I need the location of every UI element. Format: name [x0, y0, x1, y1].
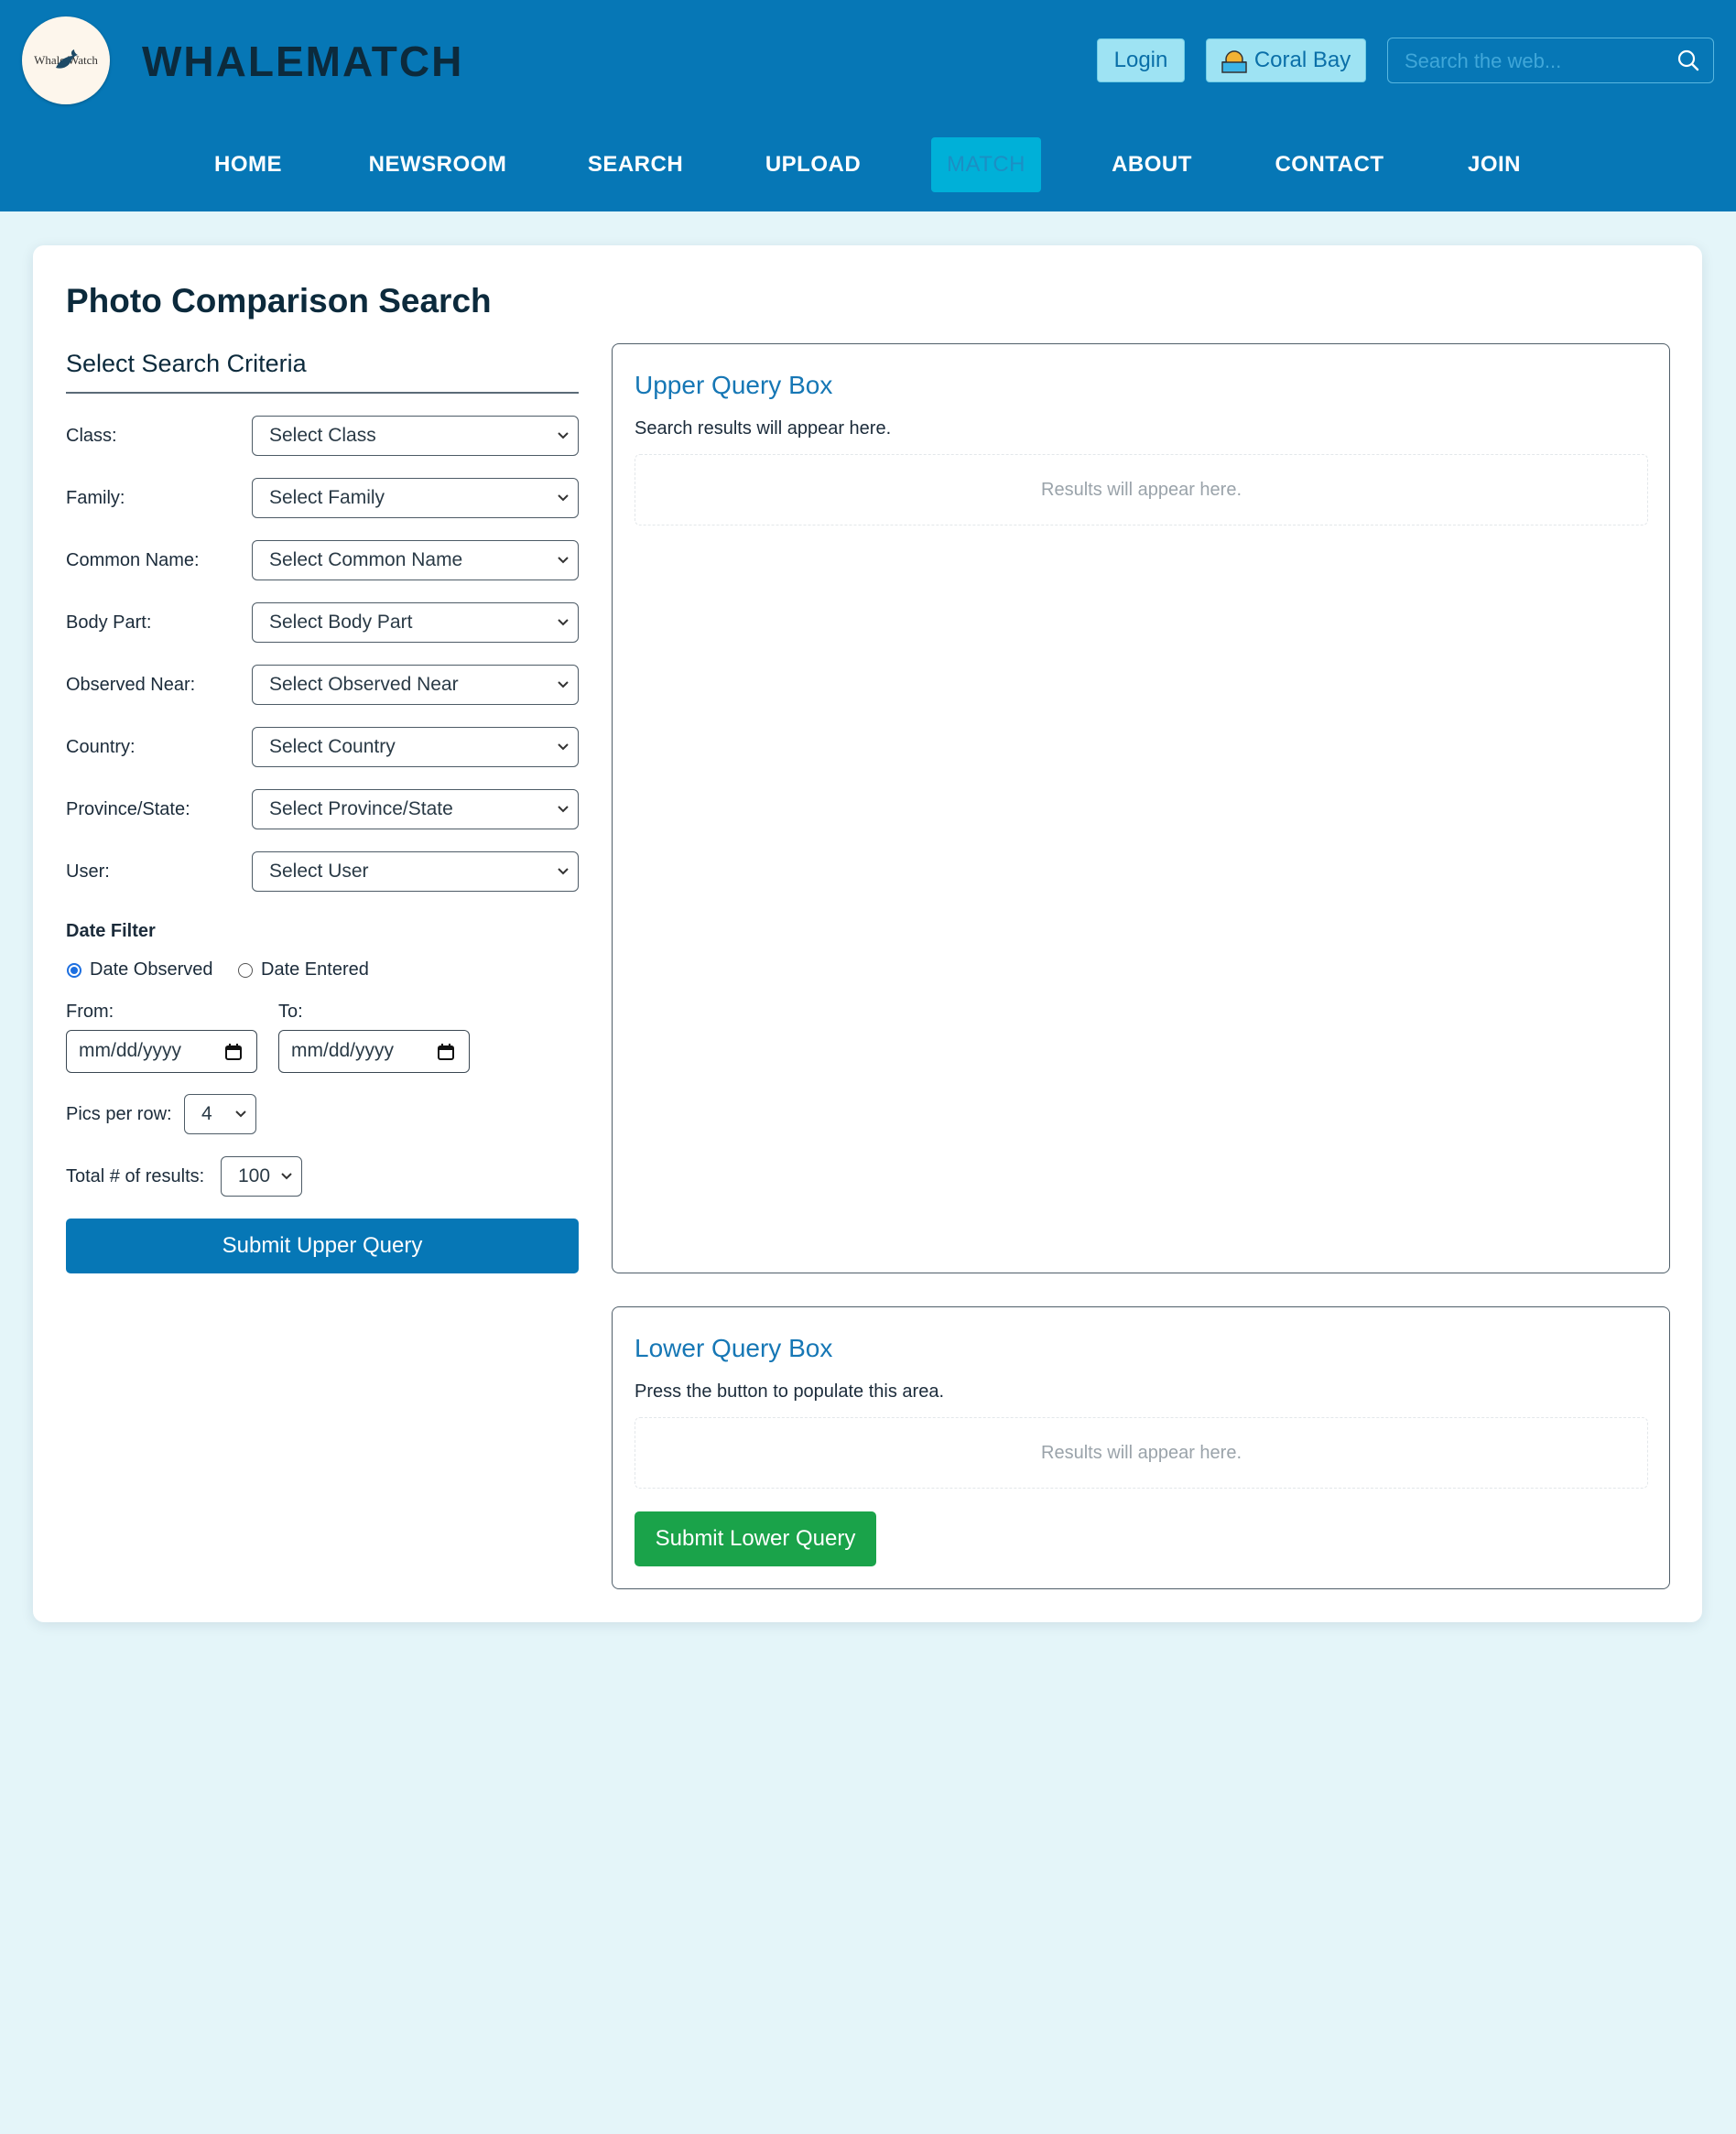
- pics-per-row-select[interactable]: 4: [184, 1094, 256, 1134]
- body-part-label: Body Part:: [66, 612, 152, 633]
- chevron-down-icon: [281, 1173, 292, 1180]
- site-logo[interactable]: Whale Watch: [22, 16, 110, 104]
- family-select[interactable]: Select Family: [252, 478, 579, 518]
- web-search-box: [1387, 38, 1714, 83]
- body-part-select-value: Select Body Part: [269, 612, 413, 633]
- submit-lower-query-label: Submit Lower Query: [655, 1526, 856, 1551]
- chevron-down-icon: [558, 494, 569, 502]
- nav-newsroom[interactable]: NEWSROOM: [361, 137, 515, 192]
- from-date-input[interactable]: mm/dd/yyyy: [66, 1030, 257, 1073]
- submit-upper-query-label: Submit Upper Query: [222, 1233, 423, 1258]
- chevron-down-icon: [558, 681, 569, 688]
- nav-upload[interactable]: UPLOAD: [756, 137, 870, 192]
- brand-title: WHALEMATCH: [142, 38, 464, 85]
- from-date-value: mm/dd/yyyy: [79, 1040, 182, 1061]
- common-name-select[interactable]: Select Common Name: [252, 540, 579, 580]
- country-label: Country:: [66, 737, 136, 757]
- common-name-select-value: Select Common Name: [269, 549, 463, 570]
- province-state-select-value: Select Province/State: [269, 798, 453, 819]
- search-icon[interactable]: [1676, 49, 1700, 72]
- date-observed-label[interactable]: Date Observed: [90, 959, 213, 980]
- country-select-value: Select Country: [269, 736, 396, 757]
- login-label: Login: [1113, 48, 1168, 72]
- nav-search[interactable]: SEARCH: [580, 137, 690, 192]
- upper-query-title: Upper Query Box: [635, 371, 833, 399]
- chevron-down-icon: [558, 619, 569, 626]
- from-label: From:: [66, 1002, 114, 1022]
- nav-home[interactable]: HOME: [201, 137, 295, 192]
- user-label: User:: [66, 861, 110, 882]
- lower-query-description: Press the button to populate this area.: [635, 1381, 944, 1402]
- class-label: Class:: [66, 426, 117, 446]
- province-state-label: Province/State:: [66, 799, 190, 819]
- total-results-label: Total # of results:: [66, 1166, 205, 1186]
- user-select-value: Select User: [269, 861, 369, 882]
- chevron-down-icon: [235, 1110, 246, 1118]
- date-filter-title: Date Filter: [66, 921, 156, 941]
- to-date-input[interactable]: mm/dd/yyyy: [278, 1030, 470, 1073]
- observed-near-select[interactable]: Select Observed Near: [252, 665, 579, 705]
- chevron-down-icon: [558, 868, 569, 875]
- date-entered-radio[interactable]: [238, 963, 253, 978]
- upper-query-box: Upper Query Box Search results will appe…: [612, 343, 1670, 1273]
- observed-near-select-value: Select Observed Near: [269, 674, 459, 695]
- date-entered-label[interactable]: Date Entered: [261, 959, 369, 980]
- lower-query-box: Lower Query Box Press the button to popu…: [612, 1306, 1670, 1589]
- calendar-icon[interactable]: [224, 1043, 243, 1061]
- date-observed-radio[interactable]: [67, 963, 81, 978]
- observed-near-label: Observed Near:: [66, 675, 196, 695]
- upper-query-description: Search results will appear here.: [635, 418, 892, 439]
- chevron-down-icon: [558, 557, 569, 564]
- web-search-input[interactable]: [1403, 48, 1672, 75]
- sun-avatar-icon: [1221, 50, 1247, 73]
- nav-contact[interactable]: CONTACT: [1267, 137, 1392, 192]
- to-date-value: mm/dd/yyyy: [291, 1040, 395, 1061]
- pics-per-row-label: Pics per row:: [66, 1104, 172, 1124]
- body-part-select[interactable]: Select Body Part: [252, 602, 579, 643]
- nav-about[interactable]: ABOUT: [1104, 137, 1199, 192]
- class-select-value: Select Class: [269, 425, 376, 446]
- submit-upper-query-button[interactable]: Submit Upper Query: [66, 1219, 579, 1273]
- family-label: Family:: [66, 488, 125, 508]
- total-results-value: 100: [238, 1165, 271, 1186]
- criteria-divider: [66, 392, 579, 394]
- nav-join[interactable]: JOIN: [1458, 137, 1531, 192]
- pics-per-row-value: 4: [201, 1103, 212, 1124]
- chevron-down-icon: [558, 432, 569, 439]
- lower-results-placeholder: Results will appear here.: [1041, 1442, 1242, 1463]
- chevron-down-icon: [558, 743, 569, 751]
- login-button[interactable]: Login: [1097, 38, 1185, 82]
- user-select[interactable]: Select User: [252, 851, 579, 892]
- main-card: Photo Comparison Search Select Search Cr…: [33, 245, 1702, 1622]
- lower-results-area: Results will appear here.: [635, 1417, 1648, 1489]
- total-results-select[interactable]: 100: [221, 1156, 302, 1197]
- country-select[interactable]: Select Country: [252, 727, 579, 767]
- whale-logo-icon: [56, 49, 78, 69]
- page-title: Photo Comparison Search: [66, 282, 492, 320]
- chevron-down-icon: [558, 806, 569, 813]
- common-name-label: Common Name:: [66, 550, 200, 570]
- class-select[interactable]: Select Class: [252, 416, 579, 456]
- lower-query-title: Lower Query Box: [635, 1334, 833, 1362]
- upper-results-area: Results will appear here.: [635, 454, 1648, 525]
- main-nav: HOME NEWSROOM SEARCH UPLOAD MATCH ABOUT …: [0, 137, 1736, 194]
- criteria-title: Select Search Criteria: [66, 350, 307, 377]
- submit-lower-query-button[interactable]: Submit Lower Query: [635, 1511, 876, 1566]
- nav-match[interactable]: MATCH: [931, 137, 1041, 192]
- to-label: To:: [278, 1002, 303, 1022]
- province-state-select[interactable]: Select Province/State: [252, 789, 579, 829]
- upper-results-placeholder: Results will appear here.: [1041, 479, 1242, 500]
- user-label: Coral Bay: [1253, 48, 1351, 72]
- site-header: Whale Watch WHALEMATCH Login Coral Bay H…: [0, 0, 1736, 211]
- calendar-icon[interactable]: [437, 1043, 455, 1061]
- user-button[interactable]: Coral Bay: [1206, 38, 1366, 82]
- family-select-value: Select Family: [269, 487, 385, 508]
